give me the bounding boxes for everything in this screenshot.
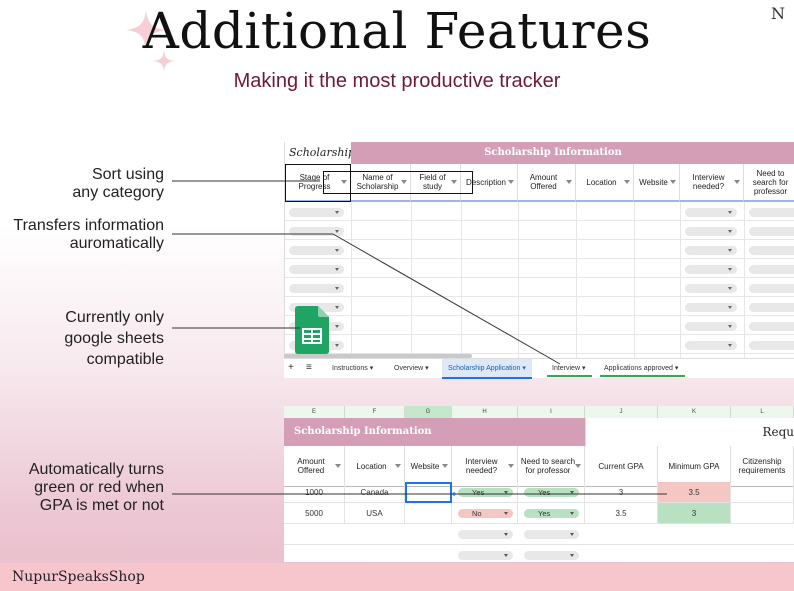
cell-citizenship[interactable] — [731, 503, 794, 524]
page-title: Additional Features — [142, 2, 652, 60]
filter-icon[interactable] — [508, 464, 514, 468]
all-sheets-menu-button[interactable]: ≡ — [306, 362, 312, 373]
dropdown-interview[interactable] — [685, 227, 737, 236]
filter-icon[interactable] — [395, 464, 401, 468]
cell-current-gpa[interactable]: 3.5 — [585, 503, 658, 524]
annotation-gpa: Automatically turns green or red when GPA … — [28, 461, 164, 514]
filter-icon[interactable] — [734, 180, 740, 184]
cell-current-gpa[interactable]: 3 — [585, 482, 658, 503]
column-letter[interactable]: E — [284, 406, 345, 418]
cell-website[interactable] — [405, 503, 452, 524]
filter-icon[interactable] — [508, 180, 514, 184]
filter-icon[interactable] — [566, 180, 572, 184]
filter-icon[interactable] — [335, 464, 341, 468]
cell-minimum-gpa-unmet[interactable]: 3.5 — [658, 482, 731, 503]
dropdown-interview[interactable] — [685, 208, 737, 217]
column-letter[interactable]: H — [452, 406, 518, 418]
dropdown-interview-yes[interactable]: Yes — [458, 488, 513, 497]
footer-bar: NupurSpeaksShop — [0, 563, 794, 591]
cell-website-selected[interactable] — [405, 482, 452, 503]
column-letter[interactable]: I — [518, 406, 585, 418]
dropdown-interview[interactable] — [458, 530, 513, 539]
filter-icon[interactable] — [575, 464, 581, 468]
tab-scholarship-application[interactable]: Scholarship Application ▾ — [442, 359, 532, 379]
dropdown-professor[interactable] — [749, 246, 794, 255]
sheet-logo: Scholarship — [285, 142, 355, 164]
dropdown-interview[interactable] — [458, 551, 513, 560]
column-header-website[interactable]: Website — [634, 164, 680, 202]
dropdown-professor[interactable] — [749, 322, 794, 331]
banner-title: Scholarship Information — [284, 418, 585, 446]
cell-location[interactable]: USA — [345, 503, 405, 524]
brand-logo: N — [771, 4, 785, 23]
dropdown-interview-no[interactable]: No — [458, 509, 513, 518]
column-header-amount[interactable]: Amount Offered — [518, 164, 576, 202]
banner-title: Scholarship Information — [351, 142, 794, 164]
column-header-website[interactable]: Website — [405, 446, 452, 487]
column-header-location[interactable]: Location — [345, 446, 405, 487]
shop-name: NupurSpeaksShop — [12, 569, 145, 585]
filter-icon[interactable] — [670, 180, 676, 184]
dropdown-stage[interactable] — [289, 284, 344, 293]
dropdown-interview[interactable] — [685, 341, 737, 350]
dropdown-stage[interactable] — [289, 208, 344, 217]
cell-citizenship[interactable] — [731, 482, 794, 503]
google-sheets-icon — [295, 306, 329, 354]
dropdown-professor[interactable] — [749, 303, 794, 312]
cell-minimum-gpa-met[interactable]: 3 — [658, 503, 731, 524]
column-header-amount[interactable]: Amount Offered — [284, 446, 345, 487]
column-letter[interactable]: F — [345, 406, 405, 418]
filter-icon[interactable] — [624, 180, 630, 184]
cell-amount[interactable]: 1000 — [284, 482, 345, 503]
cell-location[interactable]: Canada — [345, 482, 405, 503]
column-letter[interactable]: K — [658, 406, 731, 418]
dropdown-stage[interactable] — [289, 246, 344, 255]
annotation-transfer: Transfers information auromatically — [13, 217, 164, 252]
dropdown-interview[interactable] — [685, 322, 737, 331]
page-subtitle: Making it the most productive tracker — [233, 70, 561, 92]
filter-icon[interactable] — [442, 464, 448, 468]
column-header-professor[interactable]: Need to search for professor — [744, 164, 794, 202]
column-header-professor[interactable]: Need to search for professor — [518, 446, 585, 487]
annotation-sort: Sort using any category — [72, 166, 164, 201]
sheet-banner: Scholarship Scholarship Information — [285, 142, 794, 164]
dropdown-professor-yes[interactable]: Yes — [524, 509, 579, 518]
dropdown-professor[interactable] — [749, 341, 794, 350]
dropdown-professor[interactable] — [749, 227, 794, 236]
dropdown-professor-yes[interactable]: Yes — [524, 488, 579, 497]
dropdown-professor[interactable] — [524, 551, 579, 560]
tab-overview[interactable]: Overview ▾ — [394, 364, 429, 372]
cell-amount[interactable]: 5000 — [284, 503, 345, 524]
dropdown-professor[interactable] — [749, 265, 794, 274]
column-letter[interactable]: G — [405, 406, 452, 418]
highlight-box — [323, 171, 473, 194]
banner-requirements: Requ — [585, 418, 794, 446]
dropdown-professor[interactable] — [749, 208, 794, 217]
dropdown-interview[interactable] — [685, 303, 737, 312]
spreadsheet-gpa-view: E F G H I J K L Scholarship Information … — [284, 406, 794, 562]
dropdown-professor[interactable] — [524, 530, 579, 539]
column-header-minimum-gpa[interactable]: Minimum GPA — [658, 446, 731, 487]
sheet-tab-bar: + ≡ Instructions ▾ Overview ▾ Scholarshi… — [284, 354, 794, 379]
tab-interview[interactable]: Interview ▾ — [552, 364, 585, 372]
column-header-location[interactable]: Location — [576, 164, 634, 202]
column-header-current-gpa[interactable]: Current GPA — [585, 446, 658, 487]
dropdown-stage[interactable] — [289, 227, 344, 236]
dropdown-stage[interactable] — [289, 265, 344, 274]
dropdown-interview[interactable] — [685, 246, 737, 255]
dropdown-interview[interactable] — [685, 265, 737, 274]
tab-applications-approved[interactable]: Applications approved ▾ — [604, 364, 678, 372]
annotation-compat: Currently only google sheets compatible — [64, 309, 164, 368]
dropdown-professor[interactable] — [749, 284, 794, 293]
dropdown-interview[interactable] — [685, 284, 737, 293]
add-sheet-button[interactable]: + — [288, 362, 294, 373]
spreadsheet-scholarship-application: Scholarship Scholarship Information Stag… — [284, 142, 794, 378]
column-letter[interactable]: L — [731, 406, 794, 418]
horizontal-scrollbar[interactable] — [284, 354, 472, 358]
column-header-interview[interactable]: Interview needed? — [680, 164, 744, 202]
column-header-citizenship[interactable]: Citizenship requirements — [731, 446, 794, 487]
column-header-interview[interactable]: Interview needed? — [452, 446, 518, 487]
column-letter[interactable]: J — [585, 406, 658, 418]
tab-instructions[interactable]: Instructions ▾ — [332, 364, 373, 372]
